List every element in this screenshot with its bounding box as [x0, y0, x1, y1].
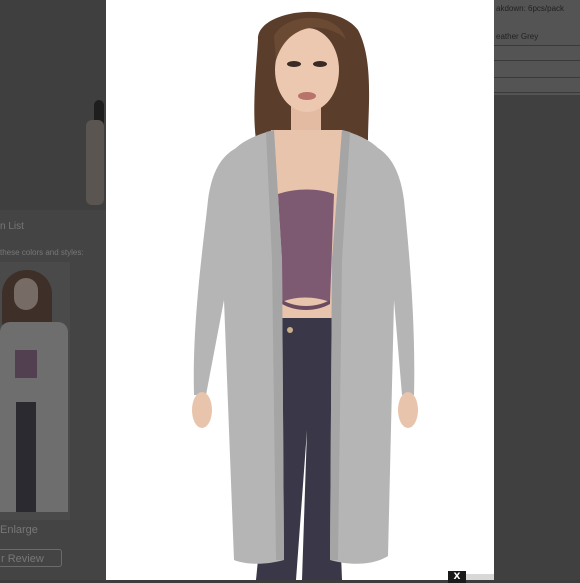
product-thumbnail[interactable]: [0, 262, 70, 520]
product-photo: [106, 0, 494, 580]
color-name-text: eather Grey: [496, 32, 539, 41]
info-divider: [494, 92, 580, 93]
product-info-box: [494, 0, 580, 95]
lightbox-image-viewer: [106, 0, 494, 580]
background-right-panel: akdown: 6pcs/pack eather Grey: [494, 0, 580, 580]
info-divider: [494, 60, 580, 61]
enlarge-link[interactable]: Enlarge: [0, 524, 38, 536]
lightbox-caption-bar: [466, 574, 494, 580]
background-left-panel: n List these colors and styles: Enlarge …: [0, 0, 106, 580]
write-review-button[interactable]: r Review: [0, 549, 62, 567]
close-icon[interactable]: X: [448, 571, 466, 583]
info-divider: [494, 45, 580, 46]
thumbnail-top: [15, 350, 37, 378]
thumbnail-pants: [16, 402, 36, 512]
pack-breakdown-text: akdown: 6pcs/pack: [496, 4, 565, 13]
thumbnail-face: [14, 278, 38, 310]
wishlist-link[interactable]: n List: [0, 221, 24, 232]
colors-styles-label: these colors and styles:: [0, 248, 84, 257]
background-main-photo: [0, 0, 106, 210]
background-photo-sleeve: [86, 120, 104, 205]
info-divider: [494, 77, 580, 78]
